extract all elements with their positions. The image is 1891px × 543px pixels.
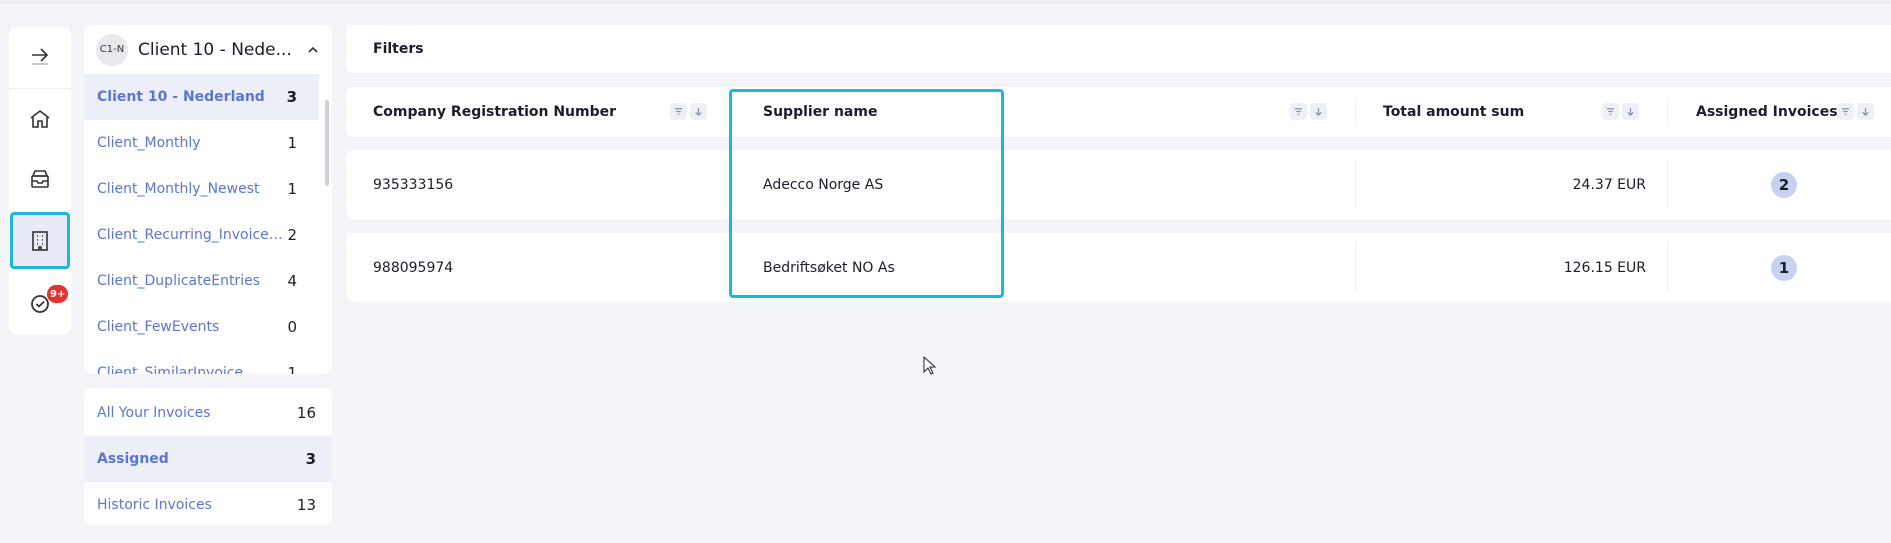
avatar: C1-N	[96, 33, 128, 66]
client-item[interactable]: Client_Monthly_Newest 1	[84, 166, 319, 212]
column-controls-supplier	[1290, 103, 1327, 120]
client-item-count: 4	[287, 272, 297, 290]
column-header-assigned[interactable]: Assigned Invoices	[1696, 87, 1838, 137]
top-bar	[0, 0, 1891, 4]
inbox-icon	[31, 170, 49, 188]
client-item-count: 2	[287, 226, 297, 244]
building-icon	[32, 230, 48, 251]
invoice-filter-label: Assigned	[97, 451, 169, 467]
client-item[interactable]: Client_SimilarInvoice 1	[84, 350, 319, 374]
client-item-count: 1	[287, 364, 297, 374]
cell-assigned: 2	[1771, 150, 1797, 219]
mouse-cursor-icon	[923, 356, 937, 375]
client-switcher[interactable]: C1-N Client 10 - Nede...	[84, 25, 332, 74]
filter-icon	[1294, 108, 1303, 115]
tasks-button[interactable]: 9+	[9, 275, 71, 331]
arrow-right-icon	[32, 48, 49, 65]
sort-button[interactable]	[1857, 103, 1874, 120]
column-divider	[1355, 97, 1356, 127]
client-item[interactable]: Client_Recurring_Invoice_P... 2	[84, 212, 319, 258]
client-panel: C1-N Client 10 - Nede... Client 10 - Ned…	[84, 25, 332, 374]
assigned-count-badge[interactable]: 1	[1771, 254, 1797, 281]
invoice-filter-label: All Your Invoices	[97, 405, 211, 421]
column-divider	[1667, 160, 1668, 209]
column-controls-assigned	[1837, 103, 1874, 120]
cell-reg: 935333156	[373, 176, 454, 193]
invoice-filter-panel: All Your Invoices 16 Assigned 3 Historic…	[84, 388, 332, 525]
table-row[interactable]: 935333156 Adecco Norge AS 24.37 EUR 2	[346, 150, 1891, 219]
sort-button[interactable]	[690, 103, 707, 120]
cell-amount: 24.37 EUR	[1572, 176, 1646, 193]
cell-supplier: Bedriftsøket NO As	[763, 259, 895, 276]
client-item[interactable]: Client 10 - Nederland 3	[84, 74, 319, 120]
client-item[interactable]: Client_DuplicateEntries 4	[84, 258, 319, 304]
invoice-filter-count: 13	[296, 496, 316, 514]
client-item-count: 3	[286, 88, 297, 106]
home-icon	[30, 109, 50, 128]
notification-badge: 9+	[47, 285, 69, 303]
arrow-down-icon	[695, 107, 702, 117]
client-item-label: Client 10 - Nederland	[97, 89, 265, 105]
rail-divider	[9, 88, 71, 89]
chevron-up-icon[interactable]	[306, 43, 320, 57]
column-header-reg[interactable]: Company Registration Number	[373, 87, 616, 137]
arrow-down-icon	[1627, 107, 1634, 117]
client-item-label: Client_Recurring_Invoice_P...	[97, 227, 285, 243]
invoice-filter-assigned[interactable]: Assigned 3	[84, 436, 332, 482]
filter-button[interactable]	[1602, 103, 1619, 120]
cell-reg: 988095974	[373, 259, 454, 276]
column-divider	[729, 97, 730, 127]
client-item[interactable]: Client_Monthly 1	[84, 120, 319, 166]
client-item-label: Client_Monthly	[97, 135, 201, 151]
arrow-down-icon	[1315, 107, 1322, 117]
invoice-filter-all[interactable]: All Your Invoices 16	[84, 390, 332, 436]
client-item-label: Client_Monthly_Newest	[97, 181, 260, 197]
column-header-amount[interactable]: Total amount sum	[1383, 87, 1524, 137]
client-item[interactable]: Client_FewEvents 0	[84, 304, 319, 350]
filter-icon	[674, 108, 683, 115]
icon-rail: 9+	[9, 27, 71, 335]
filter-icon	[1606, 108, 1615, 115]
client-item-label: Client_FewEvents	[97, 319, 220, 335]
cell-assigned: 1	[1771, 233, 1797, 302]
client-item-count: 1	[287, 134, 297, 152]
column-divider	[1667, 243, 1668, 292]
home-button[interactable]	[9, 91, 71, 147]
filters-bar[interactable]: Filters	[346, 25, 1891, 73]
invoice-filter-count: 3	[305, 450, 316, 468]
sort-button[interactable]	[1310, 103, 1327, 120]
client-item-label: Client_SimilarInvoice	[97, 365, 244, 374]
clients-button[interactable]	[10, 212, 70, 269]
client-list: Client 10 - Nederland 3 Client_Monthly 1…	[84, 74, 332, 374]
column-divider	[1667, 97, 1668, 127]
column-divider	[1355, 243, 1356, 292]
column-header-supplier[interactable]: Supplier name	[763, 87, 877, 137]
filters-label: Filters	[373, 41, 424, 57]
client-item-count: 0	[287, 318, 297, 336]
filter-button[interactable]	[1837, 103, 1854, 120]
table-header: Company Registration Number Supplier nam…	[346, 87, 1891, 137]
cell-amount: 126.15 EUR	[1563, 259, 1646, 276]
filter-button[interactable]	[1290, 103, 1307, 120]
collapse-button[interactable]	[9, 27, 71, 83]
sort-button[interactable]	[1622, 103, 1639, 120]
table-row[interactable]: 988095974 Bedriftsøket NO As 126.15 EUR …	[346, 233, 1891, 302]
filter-button[interactable]	[670, 103, 687, 120]
inbox-button[interactable]	[9, 151, 71, 207]
client-item-label: Client_DuplicateEntries	[97, 273, 260, 289]
assigned-count-badge[interactable]: 2	[1771, 171, 1797, 198]
client-list-scrollbar[interactable]	[325, 100, 329, 186]
cell-supplier: Adecco Norge AS	[763, 176, 884, 193]
column-divider	[1355, 160, 1356, 209]
client-title: Client 10 - Nede...	[138, 39, 292, 60]
filter-icon	[1841, 108, 1850, 115]
invoice-filter-count: 16	[296, 404, 316, 422]
column-controls-amount	[1602, 103, 1639, 120]
invoice-filter-historic[interactable]: Historic Invoices 13	[84, 482, 332, 525]
arrow-down-icon	[1862, 107, 1869, 117]
client-item-count: 1	[287, 180, 297, 198]
column-controls-reg	[670, 103, 707, 120]
invoice-filter-label: Historic Invoices	[97, 497, 212, 513]
